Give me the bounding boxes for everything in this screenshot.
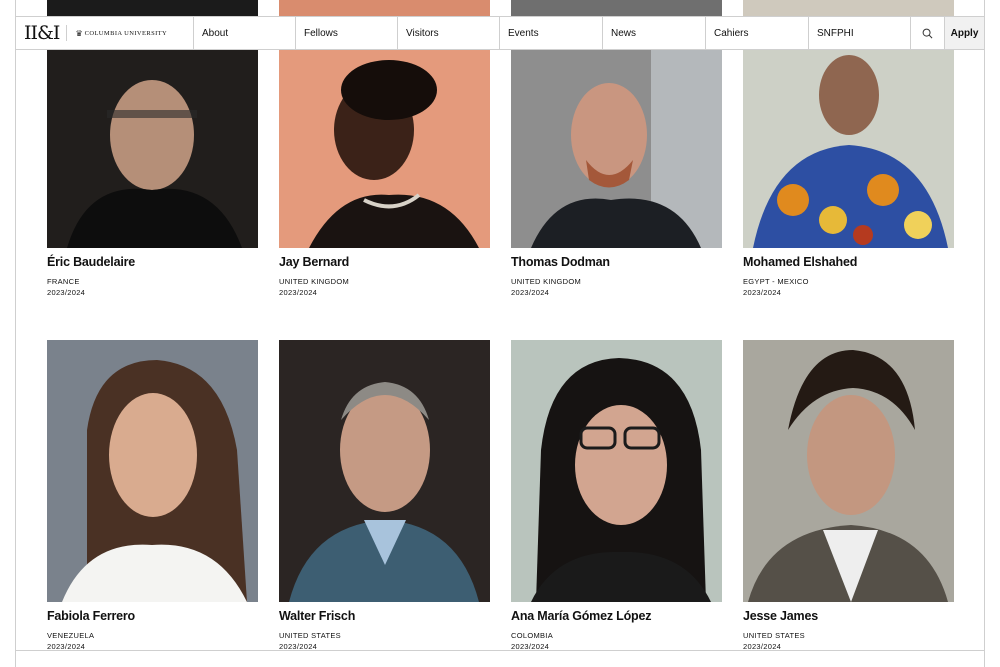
fellow-name[interactable]: Mohamed Elshahed [743,255,857,269]
fellow-year: 2023/2024 [511,642,550,651]
fellow-photo[interactable] [743,340,954,602]
fellow-year: 2023/2024 [47,642,86,651]
fellow-country: COLOMBIA [511,631,553,640]
search-button[interactable] [911,17,945,49]
fellow-year: 2023/2024 [279,288,318,297]
fellow-name[interactable]: Fabiola Ferrero [47,609,135,623]
fellow-photo[interactable] [279,340,490,602]
fellow-year: 2023/2024 [47,288,86,297]
fellow-year: 2023/2024 [743,288,782,297]
previous-row-photo[interactable] [47,0,258,16]
page-frame-left [15,0,16,667]
page-frame-right [984,0,985,667]
previous-row-photo[interactable] [743,0,954,16]
fellow-country: UNITED KINGDOM [511,277,582,286]
apply-button[interactable]: Apply [945,17,984,49]
fellow-year: 2023/2024 [511,288,550,297]
previous-row-photo[interactable] [279,0,490,16]
fellow-year: 2023/2024 [743,642,782,651]
fellow-year: 2023/2024 [279,642,318,651]
fellow-name[interactable]: Jesse James [743,609,818,623]
fellow-photo[interactable] [511,340,722,602]
previous-row-photo[interactable] [511,0,722,16]
fellow-photo[interactable] [47,50,258,248]
fellow-photo[interactable] [47,340,258,602]
fellow-country: UNITED KINGDOM [279,277,350,286]
fellow-photo[interactable] [743,50,954,248]
fellow-name[interactable]: Ana María Gómez López [511,609,651,623]
nav-item-cahiers[interactable]: Cahiers [706,17,809,49]
fellow-name[interactable]: Éric Baudelaire [47,255,135,269]
nav-item-fellows[interactable]: Fellows [296,17,398,49]
fellow-name[interactable]: Jay Bernard [279,255,349,269]
main-navigation: II&I ♛ Columbia University About Fellows… [15,16,985,50]
nav-item-visitors[interactable]: Visitors [398,17,500,49]
institute-logo: II&I [24,21,60,44]
university-name: Columbia University [84,29,168,37]
fellow-name[interactable]: Thomas Dodman [511,255,610,269]
fellow-country: UNITED STATES [279,631,341,640]
fellow-country: VENEZUELA [47,631,95,640]
nav-item-events[interactable]: Events [500,17,603,49]
fellow-name[interactable]: Walter Frisch [279,609,355,623]
search-icon [922,28,933,38]
fellow-country: EGYPT - MEXICO [743,277,809,286]
fellow-photo[interactable] [511,50,722,248]
site-logo[interactable]: II&I ♛ Columbia University [16,17,194,49]
logo-divider [66,25,68,41]
fellow-country: UNITED STATES [743,631,805,640]
page-frame-bottom [15,650,985,651]
fellow-country: FRANCE [47,277,80,286]
nav-item-snfphi[interactable]: SNFPHI [809,17,911,49]
crown-icon: ♛ [75,28,83,38]
fellow-photo[interactable] [279,50,490,248]
nav-item-news[interactable]: News [603,17,706,49]
nav-item-about[interactable]: About [194,17,296,49]
